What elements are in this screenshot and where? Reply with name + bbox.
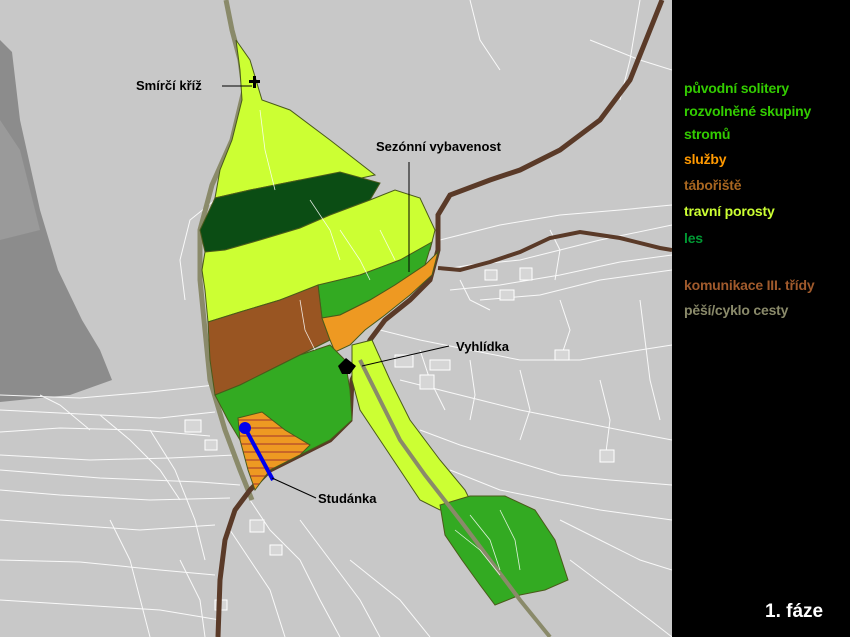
label-vyhlidka: Vyhlídka [456, 339, 510, 354]
legend-item-taboriste: tábořiště [684, 177, 742, 193]
legend-item-les: les [684, 230, 703, 246]
label-sezonni-vybavenost: Sezónní vybavenost [376, 139, 502, 154]
label-studanka: Studánka [318, 491, 377, 506]
label-smirci-kriz: Smírčí kříž [136, 78, 202, 93]
legend-item-rozvolnene-skupiny: rozvolněné skupiny [684, 103, 812, 119]
site-plan-map: Smírčí kříž Sezónní vybavenost Vyhlídka … [0, 0, 672, 637]
legend-item-puvodni-solitery: původní solitery [684, 80, 789, 96]
phase-label: 1. fáze [765, 601, 824, 622]
legend-item-pesi-cyklo: pěší/cyklo cesty [684, 302, 789, 318]
legend-item-sluzby: služby [684, 151, 727, 167]
legend-item-komunikace: komunikace III. třídy [684, 277, 815, 293]
legend-item-travni-porosty: travní porosty [684, 203, 775, 219]
map-figure: Smírčí kříž Sezónní vybavenost Vyhlídka … [0, 0, 850, 637]
legend-item-stromu: stromů [684, 126, 731, 142]
legend-panel: původní solitery rozvolněné skupiny stro… [672, 0, 850, 637]
spring-icon [239, 422, 251, 434]
